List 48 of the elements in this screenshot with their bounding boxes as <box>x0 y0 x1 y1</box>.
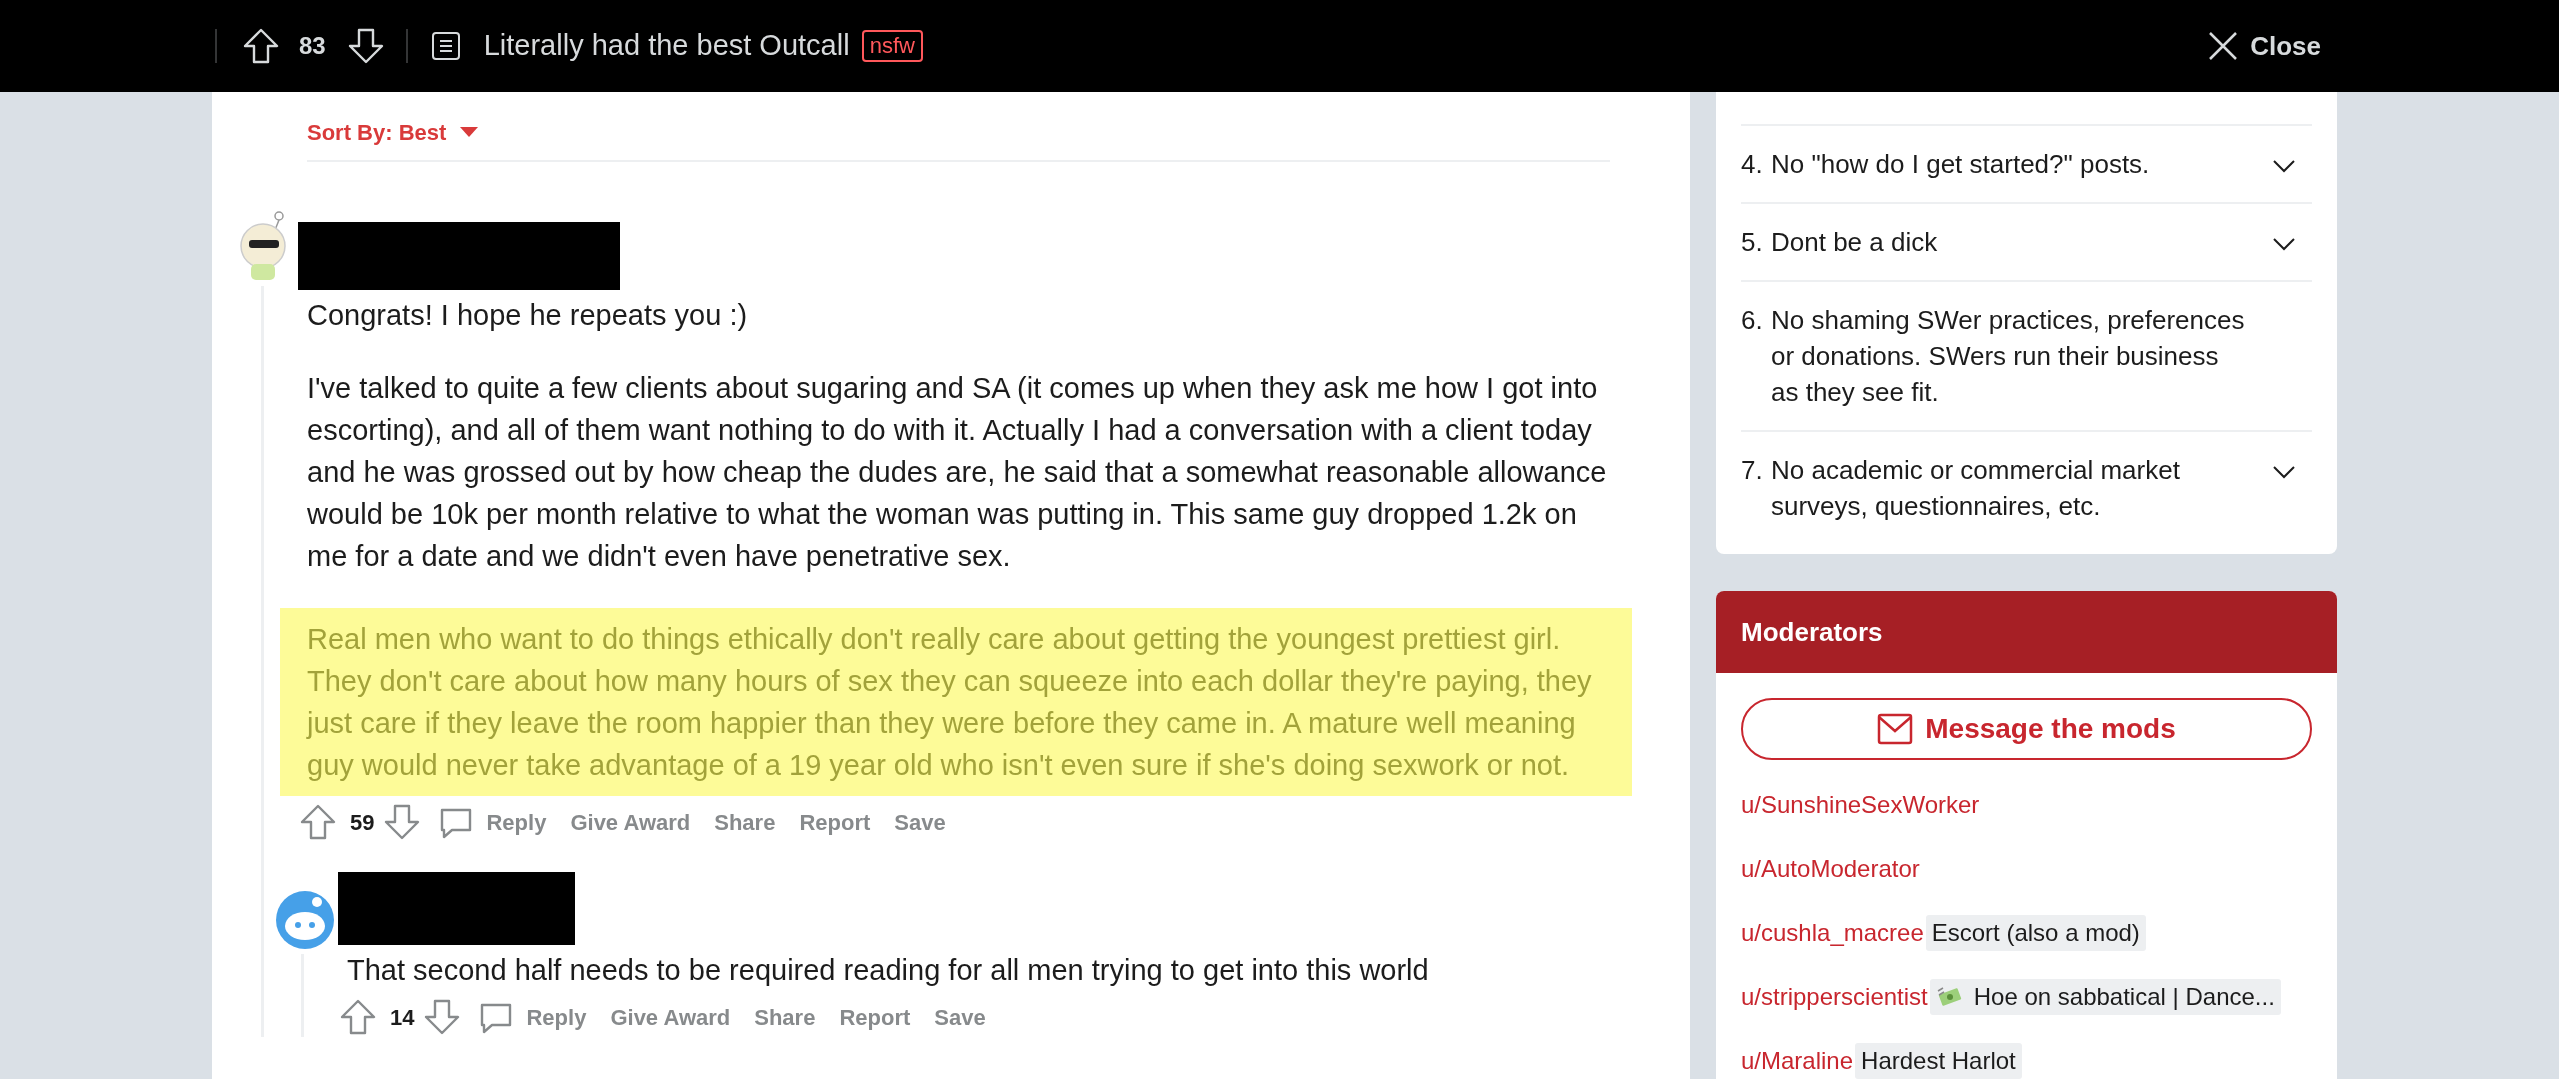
action-button[interactable]: Report <box>799 805 871 839</box>
card-title: Moderators <box>1741 615 1883 649</box>
comment-paragraph: Congrats! I hope he repeats you :) <box>306 298 749 333</box>
action-button[interactable]: Reply <box>526 1000 587 1034</box>
upvote-button[interactable] <box>241 26 281 66</box>
comment-paragraph: That second half needs to be required reading for all men trying to get into this world <box>346 953 1430 988</box>
robot-avatar <box>275 890 335 950</box>
rule-text: No shaming SWer practices, preferences or donations. SWers run their business as they see fit. <box>1771 304 2246 409</box>
expand-chevron-icon[interactable] <box>2271 236 2297 252</box>
action-button[interactable]: Give Award <box>570 805 691 839</box>
moderator-link[interactable]: u/cushla_macree <box>1741 915 1924 951</box>
vote-count: 14 <box>390 1003 415 1032</box>
vote-count: 83 <box>299 31 326 61</box>
action-button[interactable]: Report <box>839 1000 911 1034</box>
rule-text: No academic or commercial market surveys, questionnaires, etc. <box>1771 454 2181 523</box>
highlighted-paragraph: Real men who want to do things ethically don't really care about getting the youngest prettiest girl. They don't care about how many hours of sex they can squeeze into each dollar they're paying, they just care if they leave the room happier than they were before they came in. A mature well meaning guy would never take advantage of a 19 year old who isn't even sure if she's doing sexwork or not. <box>280 608 1632 796</box>
moderator-link[interactable]: u/Maraline <box>1741 1043 1854 1079</box>
user-flair: Escort (also a mod) <box>1925 915 2146 951</box>
action-button[interactable]: Save <box>894 805 946 839</box>
close-icon <box>2208 31 2239 61</box>
rule-number: 5. <box>1741 226 1764 259</box>
action-button[interactable]: Share <box>714 805 776 839</box>
mail-icon <box>1877 713 1914 745</box>
vote-count: 59 <box>350 808 375 837</box>
action-button[interactable]: Give Award <box>610 1000 731 1034</box>
message-mods-button[interactable]: Message the mods <box>1741 698 2312 760</box>
moderator-link[interactable]: u/AutoModerator <box>1741 851 1920 887</box>
expand-chevron-icon[interactable] <box>2271 464 2297 480</box>
comment-paragraph: I've talked to quite a few clients about sugaring and SA (it comes up when they ask me how I got into escorting), and all of them want nothing to do with it. Actually I had a conversation with a client today and he was grossed out by how cheap the dudes are, he said that a somewhat reasonable allowance would be 10k per month relative to what the woman was putting in. This same guy dropped 1.2k on me for a date and we didn't even have penetrative sex. <box>306 371 1608 574</box>
rule-text: No "how do I get started?" posts. <box>1771 148 2151 181</box>
action-button[interactable]: Save <box>934 1000 986 1034</box>
rule-number: 6. <box>1741 304 1764 337</box>
user-flair: Hoe on sabbatical | Dance... <box>1929 979 2281 1015</box>
expand-chevron-icon[interactable] <box>2271 158 2297 174</box>
action-button[interactable]: Share <box>754 1000 816 1034</box>
post-icon <box>429 30 462 62</box>
post-title: Literally had the best Outcall <box>483 28 850 64</box>
moderator-link[interactable]: u/SunshineSexWorker <box>1741 787 1980 823</box>
rule-number: 7. <box>1741 454 1764 487</box>
nsfw-tag: nsfw <box>861 30 923 62</box>
user-flair: Hardest Harlot <box>1855 1043 2022 1079</box>
caret-icon <box>460 127 479 137</box>
rule-text: Dont be a dick <box>1771 226 1939 259</box>
rule-number: 4. <box>1741 148 1764 181</box>
sort-dropdown[interactable]: Sort By: Best <box>307 115 479 149</box>
moderator-link[interactable]: u/stripperscientist <box>1741 979 1928 1015</box>
action-button[interactable]: Reply <box>486 805 547 839</box>
close-button[interactable]: Close <box>2208 26 2321 66</box>
